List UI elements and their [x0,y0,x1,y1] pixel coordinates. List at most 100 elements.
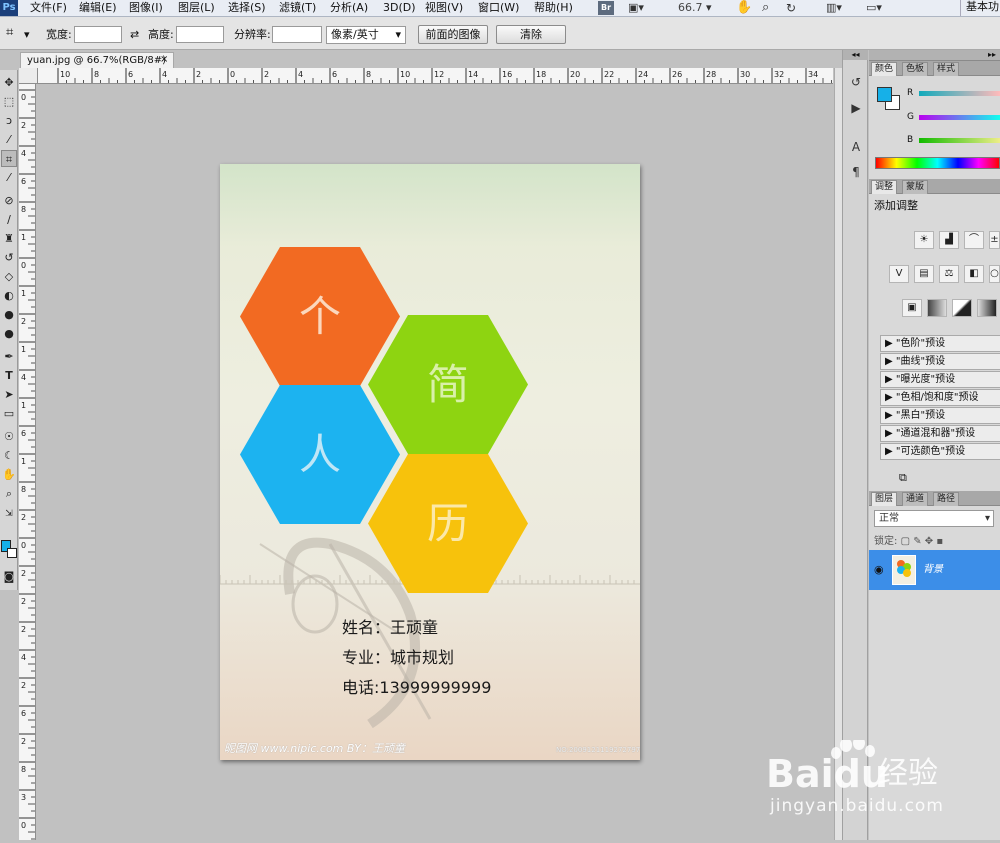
tab-layers[interactable]: 图层 [871,492,898,506]
curves-icon[interactable]: ⌒ [964,231,984,249]
expand-dock-icon[interactable]: ▸▸ [988,50,996,60]
width-input[interactable] [74,26,122,43]
menu-view[interactable]: 视图(V) [425,1,463,15]
brightness-icon[interactable]: ☀ [914,231,934,249]
preset-hue-saturation[interactable]: ▶ "色相/饱和度"预设 [880,389,1000,406]
b-slider[interactable] [919,138,1000,143]
color-spectrum[interactable] [875,157,1000,169]
lock-image-icon[interactable]: ✎ [913,536,921,547]
type-tool-icon[interactable]: T [1,367,17,384]
vibrance-icon[interactable]: V [889,265,909,283]
height-input[interactable] [176,26,224,43]
preset-levels[interactable]: ▶ "色阶"预设 [880,335,1000,352]
menu-help[interactable]: 帮助(H) [534,1,573,15]
front-image-button[interactable]: 前面的图像 [418,25,488,44]
menu-window[interactable]: 窗口(W) [478,1,519,15]
foreground-color-swatch[interactable] [877,87,892,102]
screen-mode-icon[interactable]: ▭▾ [866,1,882,15]
menu-filter[interactable]: 滤镜(T) [279,1,316,15]
tab-swatches[interactable]: 色板 [902,62,929,76]
menu-image[interactable]: 图像(I) [129,1,163,15]
eyedropper-icon[interactable]: ⁄ [1,169,17,186]
menu-analysis[interactable]: 分析(A) [330,1,368,15]
tab-styles[interactable]: 样式 [933,62,960,76]
tab-masks[interactable]: 蒙版 [902,180,929,194]
tool-preset-dropdown-icon[interactable]: ▾ [24,28,30,41]
arrange-documents-icon[interactable]: ▥▾ [826,1,842,15]
lock-all-icon[interactable]: ▪ [936,536,943,547]
collapse-icon[interactable]: ◂◂ [843,50,868,60]
tab-paths[interactable]: 路径 [933,492,960,506]
preset-selective-color[interactable]: ▶ "可选颜色"预设 [880,443,1000,460]
lasso-tool-icon[interactable]: ↄ [1,112,17,129]
hand-tool-icon[interactable]: ✋ [736,1,752,15]
photo-filter-icon[interactable]: ○ [989,265,1000,283]
history-brush-icon[interactable]: ↺ [1,249,17,266]
path-selection-icon[interactable]: ➤ [1,386,17,403]
zoom-tool-icon[interactable]: ⌕ [1,485,17,502]
menu-file[interactable]: 文件(F) [30,1,67,15]
marquee-tool-icon[interactable]: ⬚ [1,93,17,110]
eraser-tool-icon[interactable]: ◇ [1,268,17,285]
color-balance-icon[interactable]: ⚖ [939,265,959,283]
lock-position-icon[interactable]: ✥ [925,536,933,547]
quick-mask-icon[interactable]: ◙ [1,568,17,585]
r-slider[interactable] [919,91,1000,96]
move-tool-icon[interactable]: ✥ [1,74,17,91]
g-slider[interactable] [919,115,1000,120]
bridge-icon[interactable]: Br [598,1,614,15]
clone-stamp-icon[interactable]: ♜ [1,230,17,247]
crop-tool-icon[interactable]: ⌗ [1,150,17,167]
crop-tool-icon[interactable]: ⌗ [6,26,13,39]
swap-dimensions-icon[interactable]: ⇄ [130,28,139,41]
menu-select[interactable]: 选择(S) [228,1,266,15]
paragraph-panel-icon[interactable]: ¶ [848,164,864,180]
close-tab-icon[interactable]: × [160,53,168,67]
3d-rotate-icon[interactable]: ☉ [1,428,17,445]
preset-exposure[interactable]: ▶ "曝光度"预设 [880,371,1000,388]
menu-edit[interactable]: 编辑(E) [79,1,117,15]
threshold-icon[interactable] [952,299,972,317]
resolution-unit-select[interactable]: 像素/英寸 ▾ [326,26,406,44]
exposure-icon[interactable]: ± [989,231,1000,249]
invert-icon[interactable]: ▣ [902,299,922,317]
default-colors-icon[interactable]: ⇲ [1,506,17,523]
rotate-view-icon[interactable]: ↻ [786,1,796,15]
actions-panel-icon[interactable]: ▶ [848,100,864,116]
pen-tool-icon[interactable]: ✒ [1,348,17,365]
levels-icon[interactable]: ▟ [939,231,959,249]
visibility-eye-icon[interactable]: ◉ [874,563,884,577]
workspace-switcher[interactable]: 基本功 [960,0,999,16]
background-color-swatch[interactable] [7,548,17,558]
resolution-input[interactable] [272,26,322,43]
menu-layer[interactable]: 图层(L) [178,1,215,15]
clear-button[interactable]: 清除 [496,25,566,44]
clip-to-layer-icon[interactable]: ⧉ [899,471,907,485]
3d-orbit-icon[interactable]: ☾ [1,447,17,464]
hue-saturation-icon[interactable]: ▤ [914,265,934,283]
view-extras-icon[interactable]: ▣▾ [628,1,644,15]
brush-tool-icon[interactable]: ∕ [1,211,17,228]
zoom-level[interactable]: 66.7 [678,1,703,15]
shape-tool-icon[interactable]: ▭ [1,405,17,422]
tab-adjustments[interactable]: 调整 [871,180,898,194]
character-panel-icon[interactable]: A [848,139,864,155]
preset-black-white[interactable]: ▶ "黑白"预设 [880,407,1000,424]
blur-tool-icon[interactable]: ● [1,306,17,323]
document-canvas[interactable]: 个 简 人 历 姓名：王顽童 专业：城市规划 电话:13999999999 昵图… [220,164,640,760]
document-tab[interactable]: yuan.jpg @ 66.7%(RGB/8#) [20,52,174,68]
hand-tool-icon[interactable]: ✋ [1,466,17,483]
posterize-icon[interactable] [927,299,947,317]
history-panel-icon[interactable]: ↺ [848,74,864,90]
gradient-map-icon[interactable] [977,299,997,317]
vertical-scrollbar[interactable] [834,68,842,840]
lock-transparent-icon[interactable]: ▢ [901,536,910,547]
tab-color[interactable]: 颜色 [871,62,898,76]
preset-channel-mixer[interactable]: ▶ "通道混和器"预设 [880,425,1000,442]
black-white-icon[interactable]: ◧ [964,265,984,283]
layer-row-background[interactable]: ◉ 背景 [869,550,1000,590]
tab-channels[interactable]: 通道 [902,492,929,506]
menu-3d[interactable]: 3D(D) [383,1,416,15]
blend-mode-select[interactable]: 正常 ▾ [874,510,994,527]
magic-wand-icon[interactable]: ⁄ [1,131,17,148]
